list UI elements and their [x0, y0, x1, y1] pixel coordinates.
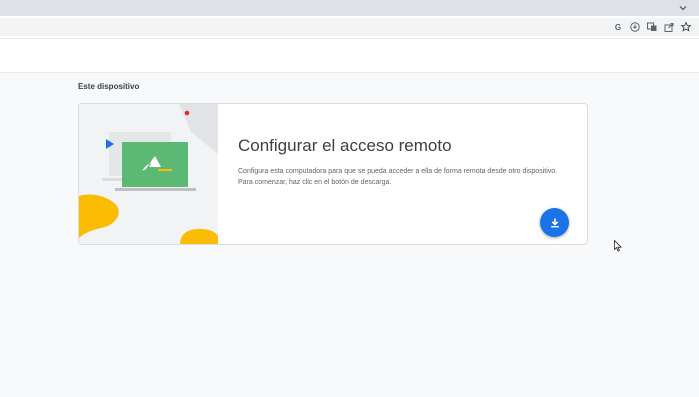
card-description-line-2: Para comenzar, haz clic en el botón de d…: [238, 179, 392, 186]
page-header: [0, 39, 699, 73]
card-description-line-1: Configura esta computadora para que se p…: [238, 168, 558, 175]
translate-icon[interactable]: [645, 20, 659, 34]
remote-access-card: Configurar el acceso remoto Configura es…: [78, 103, 588, 245]
download-icon: [550, 218, 559, 227]
address-bar[interactable]: [0, 18, 699, 36]
share-icon[interactable]: [662, 20, 676, 34]
toolbar-icons: G: [611, 19, 693, 35]
bookmark-star-icon[interactable]: [679, 20, 693, 34]
google-icon[interactable]: G: [611, 20, 625, 34]
google-icon-glyph: G: [614, 22, 622, 32]
chevron-down-icon[interactable]: [677, 2, 689, 14]
mouse-cursor-icon: [614, 240, 622, 252]
browser-toolbar: G: [0, 16, 699, 39]
download-button[interactable]: [540, 208, 569, 237]
download-status-icon[interactable]: [628, 20, 642, 34]
remote-access-illustration: [79, 104, 218, 244]
card-description: Configura esta computadora para que se p…: [238, 166, 578, 188]
card-title: Configurar el acceso remoto: [238, 136, 452, 155]
section-title: Este dispositivo: [78, 82, 140, 91]
tab-strip: [0, 0, 699, 16]
